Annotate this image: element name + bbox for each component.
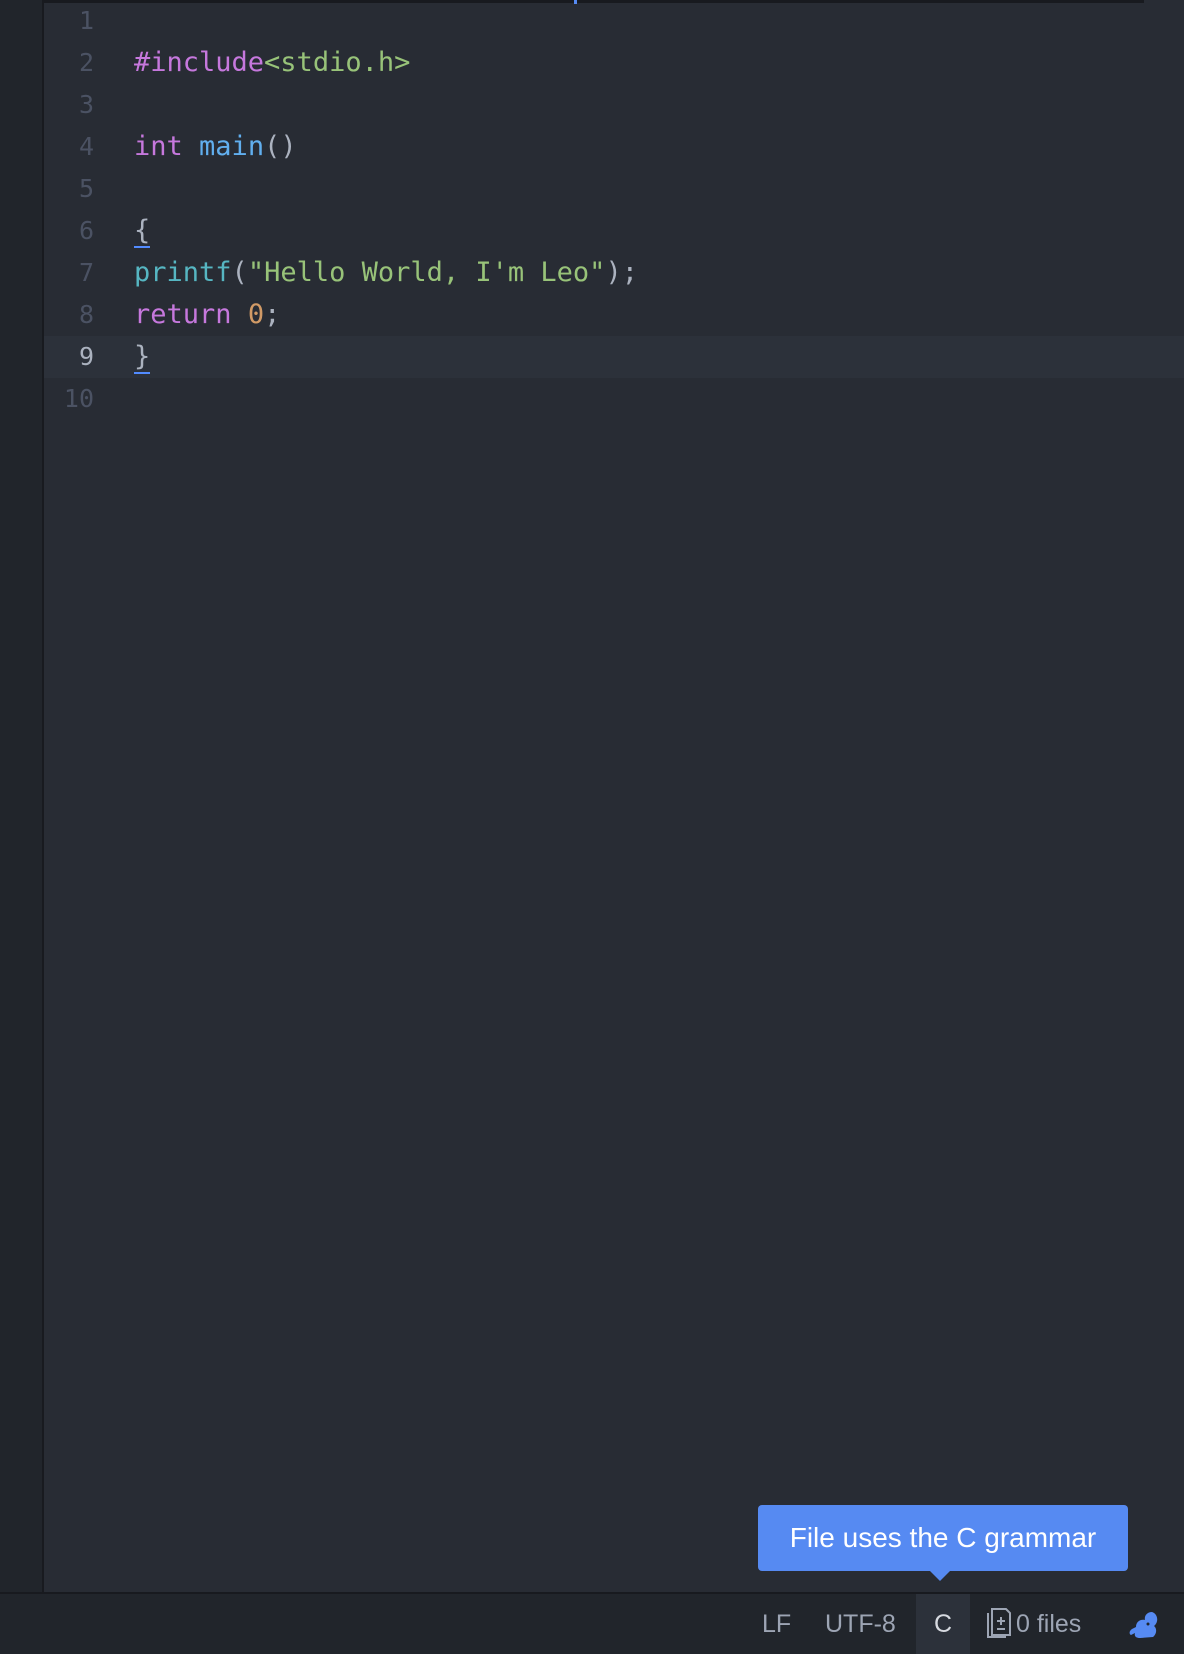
file-diff-icon	[987, 1608, 1011, 1639]
code-text: printf("Hello World, I'm Leo");	[134, 259, 638, 287]
code-token: main	[199, 131, 265, 162]
line-number: 4	[78, 132, 94, 161]
git-files-status[interactable]: 0 files	[986, 1594, 1081, 1654]
squirrel-icon[interactable]	[1126, 1608, 1160, 1642]
code-token: ;	[264, 299, 281, 330]
code-token: ()	[264, 131, 297, 162]
code-token: printf	[134, 257, 232, 288]
code-token: <stdio.h>	[264, 47, 411, 78]
status-bar: LF UTF-8 C 0 files	[0, 1592, 1184, 1654]
code-line[interactable]: 5	[44, 168, 1184, 210]
code-line[interactable]: 9}	[44, 336, 1184, 378]
line-number: 5	[78, 174, 94, 203]
line-number: 8	[78, 300, 94, 329]
code-line[interactable]: 7 printf("Hello World, I'm Leo");	[44, 252, 1184, 294]
code-line[interactable]: 10	[44, 378, 1184, 420]
line-number: 9	[78, 342, 94, 371]
code-editor[interactable]: 1 2 #include<stdio.h> 3 4 int main() 5 6{7 print…	[44, 0, 1184, 1592]
code-token: return	[134, 299, 232, 330]
code-line[interactable]: 1	[44, 0, 1184, 42]
code-token: );	[605, 257, 638, 288]
files-count-label: 0 files	[1016, 1610, 1082, 1638]
line-number: 7	[78, 258, 94, 287]
active-tab-indicator	[574, 0, 577, 4]
code-line[interactable]: 8 return 0;	[44, 294, 1184, 336]
code-text: return 0;	[134, 301, 280, 329]
code-token: "Hello World, I'm Leo"	[247, 257, 606, 288]
code-line[interactable]: 6{	[44, 210, 1184, 252]
code-text: int main()	[134, 133, 297, 161]
code-token: 0	[247, 299, 265, 330]
code-token: }	[134, 341, 151, 374]
line-ending-selector[interactable]: LF	[762, 1594, 791, 1654]
tooltip-arrow	[930, 1571, 950, 1581]
code-line[interactable]: 4 int main()	[44, 126, 1184, 168]
code-token: (	[231, 257, 248, 288]
code-token: #include	[134, 47, 265, 78]
code-text: {	[134, 215, 151, 248]
line-number: 3	[78, 90, 94, 119]
code-token: {	[134, 215, 151, 248]
encoding-selector[interactable]: UTF-8	[825, 1594, 896, 1654]
code-token: int	[134, 131, 183, 162]
line-number: 2	[78, 48, 94, 77]
code-text: }	[134, 341, 151, 374]
code-line[interactable]: 2 #include<stdio.h>	[44, 42, 1184, 84]
grammar-tooltip: File uses the C grammar	[758, 1505, 1128, 1571]
code-line[interactable]: 3	[44, 84, 1184, 126]
line-number: 10	[63, 384, 94, 413]
left-dock-panel	[0, 0, 44, 1592]
code-text: #include<stdio.h>	[134, 49, 410, 77]
line-number: 1	[78, 6, 94, 35]
line-number: 6	[78, 216, 94, 245]
tab-bar-border	[44, 0, 1144, 3]
grammar-selector[interactable]: C	[916, 1594, 970, 1654]
